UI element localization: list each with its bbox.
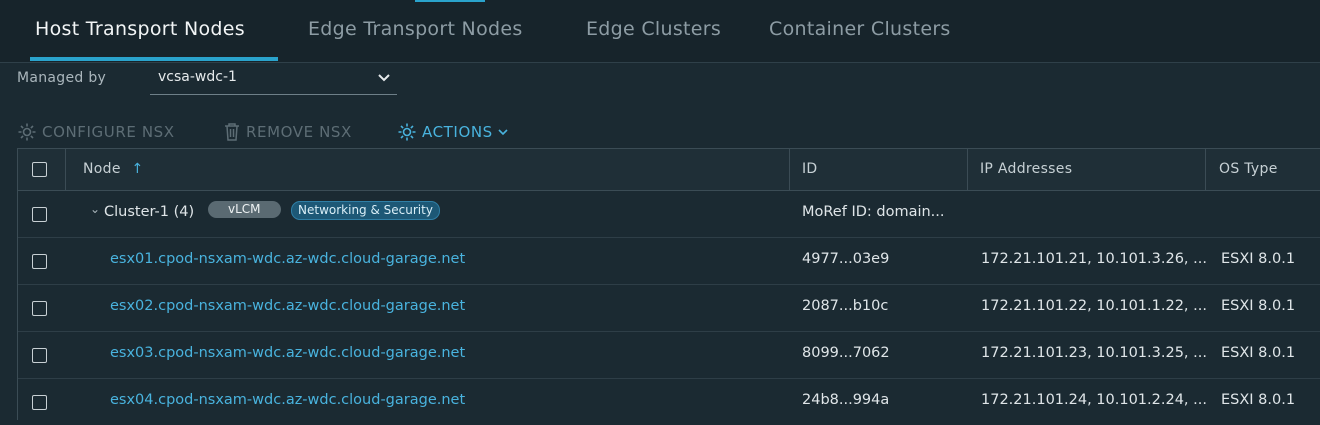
column-header-node[interactable]: Node ↑: [83, 161, 144, 177]
column-header-node-label: Node: [83, 161, 121, 177]
expand-collapse-icon[interactable]: ⌄: [90, 202, 100, 216]
chevron-down-icon: [498, 129, 508, 136]
node-link[interactable]: esx01.cpod-nsxam-wdc.az-wdc.cloud-garage…: [110, 251, 465, 267]
node-link[interactable]: esx02.cpod-nsxam-wdc.az-wdc.cloud-garage…: [110, 298, 465, 314]
node-id: 8099...7062: [802, 345, 890, 361]
managed-by-value: vcsa-wdc-1: [158, 69, 237, 85]
configure-nsx-label: CONFIGURE NSX: [42, 123, 175, 141]
table-header: Node ↑ ID IP Addresses OS Type: [18, 149, 1320, 191]
tab-bar: Host Transport Nodes Edge Transport Node…: [0, 0, 1320, 63]
table-row: esx03.cpod-nsxam-wdc.az-wdc.cloud-garage…: [18, 332, 1320, 379]
cluster-name: Cluster-1 (4): [104, 204, 195, 220]
tab-edge-transport-nodes[interactable]: Edge Transport Nodes: [308, 18, 523, 40]
actions-button[interactable]: ACTIONS: [397, 121, 508, 143]
node-link[interactable]: esx04.cpod-nsxam-wdc.az-wdc.cloud-garage…: [110, 392, 465, 408]
trash-icon: [225, 123, 239, 141]
node-os-type: ESXI 8.0.1: [1221, 298, 1296, 314]
gear-icon: [398, 123, 416, 141]
row-checkbox[interactable]: [32, 348, 47, 363]
node-ip-addresses: 172.21.101.22, 10.101.1.22, ...: [981, 298, 1207, 314]
node-ip-addresses: 172.21.101.24, 10.101.2.24, ...: [981, 392, 1207, 408]
host-transport-nodes-table: Node ↑ ID IP Addresses OS Type ⌄ Cluster…: [17, 148, 1320, 420]
tab-host-transport-nodes[interactable]: Host Transport Nodes: [35, 18, 245, 40]
cluster-row[interactable]: ⌄ Cluster-1 (4) vLCM Networking & Securi…: [18, 191, 1320, 238]
row-checkbox[interactable]: [32, 207, 47, 222]
column-separator: [967, 149, 968, 190]
chevron-down-icon: [378, 74, 390, 82]
node-id: 24b8...994a: [802, 392, 890, 408]
networking-security-badge: Networking & Security: [291, 201, 440, 220]
configure-nsx-button[interactable]: CONFIGURE NSX: [17, 121, 175, 143]
tab-container-clusters[interactable]: Container Clusters: [769, 18, 951, 40]
remove-nsx-button[interactable]: REMOVE NSX: [223, 121, 352, 143]
gear-icon: [18, 123, 36, 141]
node-link[interactable]: esx03.cpod-nsxam-wdc.az-wdc.cloud-garage…: [110, 345, 465, 361]
top-accent-line: [415, 0, 485, 2]
managed-by-select[interactable]: vcsa-wdc-1: [150, 66, 397, 95]
select-all-checkbox[interactable]: [32, 162, 47, 177]
cluster-id: MoRef ID: domain...: [802, 204, 945, 220]
tab-edge-clusters[interactable]: Edge Clusters: [586, 18, 721, 40]
node-os-type: ESXI 8.0.1: [1221, 392, 1296, 408]
column-header-ip-addresses[interactable]: IP Addresses: [980, 161, 1072, 177]
node-ip-addresses: 172.21.101.21, 10.101.3.26, ...: [981, 251, 1207, 267]
node-id: 4977...03e9: [802, 251, 890, 267]
managed-by-label: Managed by: [17, 70, 107, 86]
sort-ascending-icon: ↑: [131, 161, 144, 177]
column-header-id[interactable]: ID: [802, 161, 818, 177]
node-os-type: ESXI 8.0.1: [1221, 345, 1296, 361]
row-checkbox[interactable]: [32, 254, 47, 269]
column-separator: [1205, 149, 1206, 190]
row-checkbox[interactable]: [32, 301, 47, 316]
column-header-os-type[interactable]: OS Type: [1219, 161, 1278, 177]
actions-label: ACTIONS: [422, 123, 493, 141]
node-os-type: ESXI 8.0.1: [1221, 251, 1296, 267]
table-row: esx01.cpod-nsxam-wdc.az-wdc.cloud-garage…: [18, 238, 1320, 285]
column-separator: [789, 149, 790, 190]
row-checkbox[interactable]: [32, 395, 47, 410]
column-separator: [65, 149, 66, 190]
table-row: esx04.cpod-nsxam-wdc.az-wdc.cloud-garage…: [18, 379, 1320, 425]
vlcm-badge: vLCM: [208, 201, 281, 218]
node-ip-addresses: 172.21.101.23, 10.101.3.25, ...: [981, 345, 1207, 361]
active-tab-underline: [30, 57, 278, 61]
table-row: esx02.cpod-nsxam-wdc.az-wdc.cloud-garage…: [18, 285, 1320, 332]
remove-nsx-label: REMOVE NSX: [246, 123, 352, 141]
node-id: 2087...b10c: [802, 298, 889, 314]
